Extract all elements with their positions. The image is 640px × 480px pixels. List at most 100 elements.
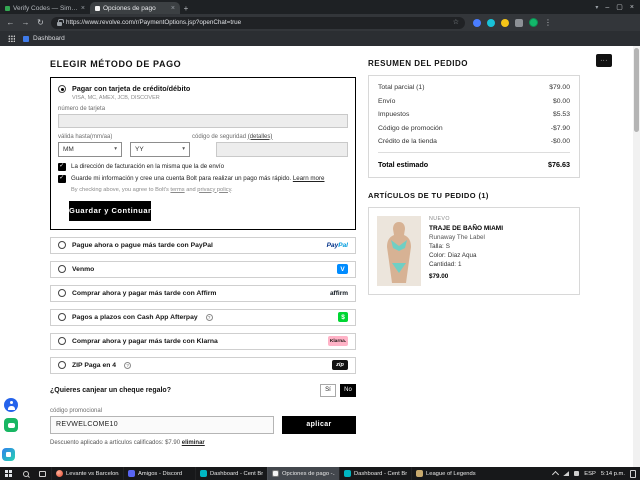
tab-favicon [95,5,100,11]
browser-tab-strip: Verify Codes — SimplyCodes Opciones de p… [0,0,640,14]
paypal-logo: Pay Pal [326,241,348,249]
gift-yes-button[interactable]: Sí [320,383,336,397]
cvv-input[interactable] [216,141,348,157]
bookmark-item-dashboard[interactable]: Dashboard [23,35,65,42]
bookmarks-bar: Dashboard [0,31,640,46]
order-summary-section: RESUMEN DEL PEDIDO Total parcial (1) $79.… [368,59,580,295]
extension-icon-yellow[interactable] [501,18,509,27]
language-indicator[interactable]: ESP [584,471,596,477]
product-brand: Runaway The Label [429,234,485,242]
paypal-radio[interactable] [58,241,66,250]
taskbar-app-dashboard-1[interactable]: Dashboard - Cent Br... [195,467,267,480]
product-quantity: Cantidad: 1 [429,261,462,269]
tab-close-icon[interactable] [81,5,85,12]
close-button[interactable] [630,4,634,11]
apply-button[interactable]: aplicar [282,415,356,434]
address-bar[interactable]: https://www.revolve.com/r/PaymentOptions… [51,16,465,29]
payment-option-affirm[interactable]: Comprar ahora y pagar más tarde con Affi… [50,284,356,302]
gift-card-row: ¿Quieres canjear un cheque regalo? Sí No [50,383,356,397]
task-view-icon [39,470,46,477]
cvv-details-link[interactable]: (detalles) [248,134,273,140]
bolt-checkbox-row[interactable]: Guarde mi información y cree una cuenta … [58,174,348,183]
summary-heading: RESUMEN DEL PEDIDO [368,59,468,68]
tray-expand-icon[interactable] [552,470,560,479]
expiry-month-select[interactable]: MM [58,141,122,157]
accessibility-widget-button[interactable] [4,398,18,412]
clock[interactable]: 5:14 p.m. [601,471,625,477]
taskbar-app-opciones-de-pago[interactable]: Opciones de pago -... [267,467,339,480]
product-name[interactable]: TRAJE DE BAÑO MIAMI [429,224,503,233]
cashapp-radio[interactable] [58,313,66,322]
forward-button[interactable] [21,19,30,27]
help-icon[interactable] [124,361,132,369]
payment-option-paypal[interactable]: Pague ahora o pague más tarde con PayPal… [50,236,356,254]
taskbar-app-dashboard-2[interactable]: Dashboard - Cent Br... [339,467,411,480]
payment-option-zip[interactable]: ZIP Paga en 4 zip [50,356,356,374]
promo-input[interactable] [50,415,274,434]
search-icon [22,470,29,477]
summary-row-promo: Código de promoción -$7.90 [378,124,570,132]
learn-more-link[interactable]: Learn more [293,175,325,182]
network-icon[interactable] [563,471,570,476]
browser-menu-icon[interactable] [544,19,552,27]
tab-close-icon[interactable] [171,5,175,12]
volume-icon[interactable] [574,471,580,476]
tab-favicon [5,5,10,11]
taskbar-app-edge-levante[interactable]: Levante vs Barcelona... [51,467,123,480]
chat-launcher-button[interactable] [2,448,15,461]
extensions-row [473,18,552,27]
start-button[interactable] [0,467,17,480]
taskbar-app-discord[interactable]: Amigos - Discord [123,467,195,480]
taskbar-search-button[interactable] [17,467,34,480]
expiry-year-select[interactable]: YY [130,141,190,157]
maximize-button[interactable] [616,4,623,11]
extension-icon-blue[interactable] [473,18,481,27]
bookmark-favicon [23,35,29,42]
card-radio[interactable] [58,85,66,93]
lock-icon [57,18,64,26]
card-payment-option[interactable]: Pagar con tarjeta de crédito/débito VISA… [58,84,348,101]
reload-button[interactable] [36,19,45,27]
terms-link[interactable]: terms [170,187,184,193]
affirm-radio[interactable] [58,289,66,298]
remove-discount-link[interactable]: eliminar [182,440,205,446]
minimize-button[interactable] [605,4,609,11]
venmo-radio[interactable] [58,265,66,274]
cashapp-logo: $ [338,312,348,323]
summary-row-taxes: Impuestos $5.53 [378,111,570,118]
help-icon[interactable] [205,313,213,321]
gift-no-button[interactable]: No [340,383,356,397]
billing-checkbox-row[interactable]: La dirección de facturación en la misma … [58,162,348,171]
chat-widget-button[interactable] [596,54,612,67]
dashboard-app-icon [200,470,207,477]
profile-avatar[interactable] [529,18,538,27]
scrollbar-thumb[interactable] [634,48,639,132]
extension-icon-teal[interactable] [487,18,495,27]
tab-search-caret-icon[interactable] [595,4,598,11]
extensions-puzzle-icon[interactable] [515,18,523,27]
new-tab-button[interactable] [180,2,192,14]
order-item: NUEVO TRAJE DE BAÑO MIAMI Runaway The La… [368,207,580,295]
bolt-checkbox[interactable] [58,174,66,183]
bookmark-star-icon[interactable] [453,19,459,26]
task-view-button[interactable] [34,467,51,480]
taskbar-app-league-of-legends[interactable]: League of Legends [411,467,483,480]
zip-radio[interactable] [58,361,66,370]
payment-option-klarna[interactable]: Comprar ahora y pagar más tarde con Klar… [50,332,356,350]
page-scrollbar[interactable] [633,46,640,467]
privacy-policy-link[interactable]: privacy policy [197,187,231,193]
browser-tab-opciones-de-pago[interactable]: Opciones de pago [90,2,180,14]
product-image[interactable] [377,216,421,286]
browser-tab-simplycodes[interactable]: Verify Codes — SimplyCodes [0,2,90,14]
discord-icon [128,470,135,477]
payment-option-cashapp-afterpay[interactable]: Pagos a plazos con Cash App Afterpay $ [50,308,356,326]
billing-checkbox[interactable] [58,162,66,171]
notification-center-icon[interactable] [630,469,636,478]
apps-grid-icon[interactable] [8,35,15,42]
klarna-radio[interactable] [58,337,66,346]
chat-widget-floating-button[interactable] [4,418,18,432]
payment-option-venmo[interactable]: Venmo V [50,260,356,278]
card-number-input[interactable] [58,113,348,128]
save-continue-button[interactable]: Guardar y Continuar [69,200,152,221]
back-button[interactable] [6,19,15,27]
